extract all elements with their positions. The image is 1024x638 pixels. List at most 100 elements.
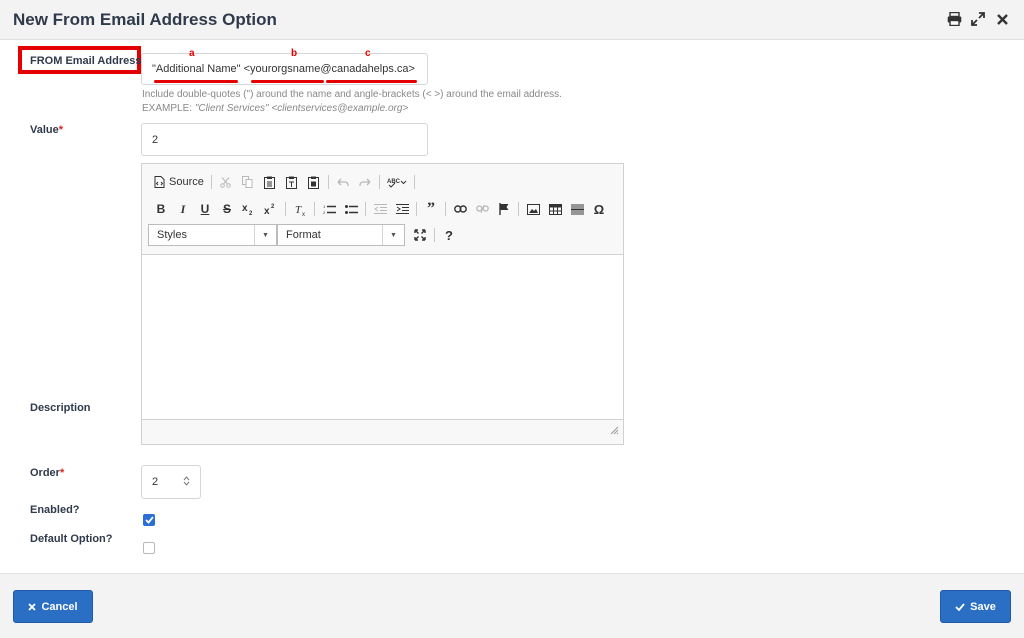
order-label: Order* bbox=[30, 467, 64, 479]
save-button[interactable]: Save bbox=[940, 590, 1011, 623]
editor-toolbar-row-2: B I U S x2 x2 Tx 12 ” Ω bbox=[150, 199, 610, 219]
svg-text:T: T bbox=[295, 204, 302, 216]
toolbar-separator bbox=[434, 228, 435, 242]
blockquote-icon[interactable]: ” bbox=[420, 199, 442, 219]
from-email-help: Include double-quotes (") around the nam… bbox=[142, 89, 562, 100]
cut-icon[interactable] bbox=[215, 172, 237, 192]
enabled-checkbox[interactable] bbox=[143, 514, 155, 526]
dialog-footer: Cancel Save bbox=[0, 573, 1024, 638]
cancel-button-label: Cancel bbox=[41, 600, 78, 613]
check-icon bbox=[955, 602, 965, 611]
italic-icon[interactable]: I bbox=[172, 199, 194, 219]
dialog-title: New From Email Address Option bbox=[13, 10, 277, 29]
order-input-value: 2 bbox=[152, 476, 159, 488]
svg-text:2: 2 bbox=[271, 204, 275, 210]
save-button-label: Save bbox=[970, 600, 996, 613]
annotation-underline-c bbox=[326, 80, 417, 83]
paste-icon[interactable] bbox=[259, 172, 281, 192]
unlink-icon[interactable] bbox=[471, 199, 493, 219]
toolbar-separator bbox=[416, 202, 417, 216]
svg-text:x: x bbox=[302, 212, 305, 216]
spellcheck-icon[interactable]: ABC bbox=[383, 172, 411, 192]
svg-text:2: 2 bbox=[323, 210, 326, 215]
bold-icon[interactable]: B bbox=[150, 199, 172, 219]
annotation-underline-b bbox=[251, 80, 324, 83]
toolbar-separator bbox=[413, 175, 415, 189]
toolbar-separator bbox=[378, 175, 380, 189]
toolbar-separator bbox=[314, 202, 315, 216]
toolbar-separator bbox=[445, 202, 446, 216]
svg-text:2: 2 bbox=[249, 211, 253, 215]
close-icon bbox=[28, 602, 37, 611]
toolbar-separator bbox=[518, 202, 519, 216]
styles-select-label: Styles bbox=[157, 229, 187, 241]
description-editor: Source ABC B I U S x2 x2 Tx 12 ” Ω Style… bbox=[141, 163, 624, 445]
resize-handle-icon[interactable] bbox=[610, 422, 619, 440]
styles-select[interactable]: Styles ▼ bbox=[148, 224, 277, 246]
order-input[interactable]: 2 bbox=[141, 465, 201, 499]
value-input-value: 2 bbox=[152, 133, 159, 146]
paste-text-icon[interactable] bbox=[281, 172, 303, 192]
superscript-icon[interactable]: x2 bbox=[260, 199, 282, 219]
value-label: Value* bbox=[30, 124, 63, 136]
copy-icon[interactable] bbox=[237, 172, 259, 192]
source-label: Source bbox=[169, 176, 204, 188]
paste-word-icon[interactable] bbox=[303, 172, 325, 192]
subscript-icon[interactable]: x2 bbox=[238, 199, 260, 219]
source-icon bbox=[154, 176, 165, 188]
checkmark-icon bbox=[144, 516, 154, 524]
cancel-button[interactable]: Cancel bbox=[13, 590, 93, 623]
annotation-b: b bbox=[291, 48, 298, 59]
horizontal-line-icon[interactable] bbox=[566, 199, 588, 219]
editor-toolbar-row-1: Source ABC bbox=[150, 172, 418, 192]
value-label-text: Value bbox=[30, 124, 59, 136]
spinner-icon[interactable] bbox=[183, 475, 190, 489]
description-label: Description bbox=[30, 402, 91, 414]
link-icon[interactable] bbox=[449, 199, 471, 219]
toolbar-separator bbox=[210, 175, 212, 189]
maximize-icon[interactable] bbox=[409, 225, 431, 245]
table-icon[interactable] bbox=[544, 199, 566, 219]
toolbar-separator bbox=[327, 175, 329, 189]
annotation-a: a bbox=[189, 48, 195, 59]
svg-text:x: x bbox=[264, 206, 270, 215]
editor-content-area[interactable] bbox=[142, 254, 623, 420]
special-character-icon[interactable]: Ω bbox=[588, 199, 610, 219]
svg-text:1: 1 bbox=[323, 204, 326, 209]
undo-icon[interactable] bbox=[332, 172, 354, 192]
redo-icon[interactable] bbox=[354, 172, 376, 192]
toolbar-separator bbox=[365, 202, 366, 216]
svg-text:x: x bbox=[242, 203, 248, 214]
bulleted-list-icon[interactable] bbox=[340, 199, 362, 219]
titlebar-actions bbox=[946, 11, 1010, 27]
expand-icon[interactable] bbox=[970, 11, 986, 27]
value-input[interactable]: 2 bbox=[141, 123, 428, 156]
image-icon[interactable] bbox=[522, 199, 544, 219]
toolbar-separator bbox=[285, 202, 286, 216]
close-icon[interactable] bbox=[994, 11, 1010, 27]
anchor-flag-icon[interactable] bbox=[493, 199, 515, 219]
indent-icon[interactable] bbox=[391, 199, 413, 219]
dialog-titlebar: New From Email Address Option bbox=[0, 0, 1024, 40]
required-marker: * bbox=[59, 467, 65, 479]
example-text: "Client Services" <clientservices@exampl… bbox=[194, 103, 409, 114]
help-button[interactable]: ? bbox=[438, 225, 460, 245]
annotation-underline-a bbox=[154, 80, 238, 83]
underline-icon[interactable]: U bbox=[194, 199, 216, 219]
strikethrough-icon[interactable]: S bbox=[216, 199, 238, 219]
remove-format-icon[interactable]: Tx bbox=[289, 199, 311, 219]
annotation-c: c bbox=[365, 48, 371, 59]
print-icon[interactable] bbox=[946, 11, 962, 27]
source-button[interactable]: Source bbox=[150, 172, 208, 192]
from-email-label: FROM Email Address bbox=[30, 55, 142, 67]
format-select[interactable]: Format ▼ bbox=[277, 224, 405, 246]
default-option-checkbox[interactable] bbox=[143, 542, 155, 554]
outdent-icon[interactable] bbox=[369, 199, 391, 219]
chevron-down-icon: ▼ bbox=[254, 225, 276, 245]
chevron-down-icon: ▼ bbox=[382, 225, 404, 245]
numbered-list-icon[interactable]: 12 bbox=[318, 199, 340, 219]
format-select-label: Format bbox=[286, 229, 321, 241]
example-prefix: EXAMPLE: bbox=[142, 103, 195, 114]
enabled-label: Enabled? bbox=[30, 504, 80, 516]
required-marker: * bbox=[58, 124, 64, 136]
